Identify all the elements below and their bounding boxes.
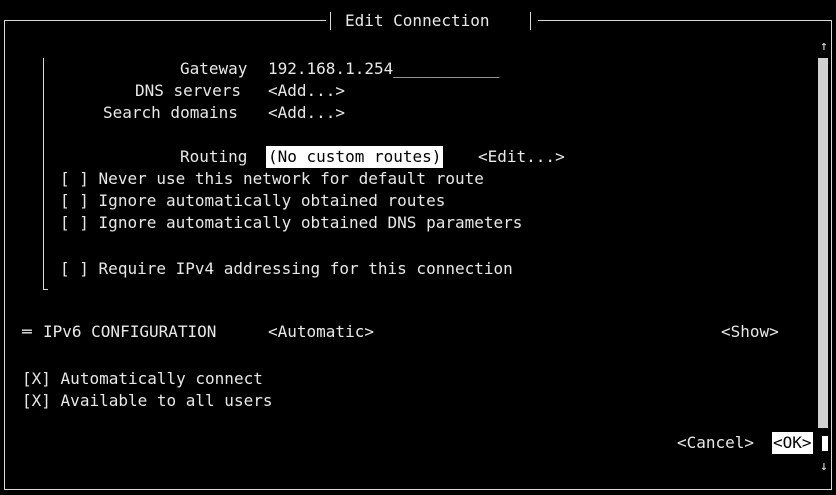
ignore-dns-label: Ignore automatically obtained DNS parame… (98, 213, 523, 232)
gateway-value: 192.168.1.254 (268, 59, 394, 78)
all-users-box[interactable]: [X] (22, 391, 51, 410)
gateway-label: Gateway (180, 59, 248, 78)
dialog-frame (4, 20, 832, 490)
title-right-tick (530, 12, 531, 30)
require-ipv4-checkbox[interactable]: [ ] Require IPv4 addressing for this con… (60, 258, 513, 280)
text-cursor (822, 436, 828, 451)
routing-edit-button[interactable]: <Edit...> (478, 146, 565, 168)
dialog-title: Edit Connection (345, 11, 490, 30)
ok-button[interactable]: <OK> (772, 432, 813, 454)
auto-connect-checkbox[interactable]: [X] Automatically connect (22, 368, 263, 390)
ipv4-section-bracket (43, 58, 44, 290)
ipv6-show-button[interactable]: <Show> (721, 321, 779, 343)
scroll-down-arrow-icon[interactable]: ↓ (820, 456, 828, 478)
cancel-button[interactable]: <Cancel> (677, 432, 754, 454)
ipv6-mode-dropdown[interactable]: <Automatic> (268, 321, 374, 343)
ignore-dns-box[interactable]: [ ] (60, 213, 89, 232)
title-left-tick (330, 12, 331, 30)
auto-connect-box[interactable]: [X] (22, 369, 51, 388)
routing-value[interactable]: (No custom routes) (266, 146, 444, 168)
ipv4-section-bracket-foot (43, 289, 48, 290)
all-users-label: Available to all users (60, 391, 273, 410)
scrollbar-thumb[interactable] (818, 58, 828, 428)
ignore-dns-checkbox[interactable]: [ ] Ignore automatically obtained DNS pa… (60, 212, 522, 234)
search-domains-add-button[interactable]: <Add...> (268, 102, 345, 124)
gateway-field[interactable]: 192.168.1.254___________ (268, 58, 499, 80)
require-ipv4-label: Require IPv4 addressing for this connect… (98, 259, 513, 278)
never-default-route-label: Never use this network for default route (98, 169, 484, 188)
ignore-routes-box[interactable]: [ ] (60, 191, 89, 210)
all-users-checkbox[interactable]: [X] Available to all users (22, 390, 272, 412)
ipv6-configuration-label: IPv6 CONFIGURATION (43, 322, 217, 341)
gateway-fill: ___________ (393, 59, 500, 78)
never-default-route-box[interactable]: [ ] (60, 169, 89, 188)
scroll-up-arrow-icon[interactable]: ↑ (820, 36, 828, 58)
ipv6-section-marker: ═ (22, 322, 32, 341)
never-default-route-checkbox[interactable]: [ ] Never use this network for default r… (60, 168, 484, 190)
auto-connect-label: Automatically connect (60, 369, 263, 388)
routing-label: Routing (180, 147, 248, 166)
search-domains-label: Search domains (103, 103, 238, 122)
dns-add-button[interactable]: <Add...> (268, 80, 345, 102)
ignore-routes-label: Ignore automatically obtained routes (98, 191, 446, 210)
dns-servers-label: DNS servers (135, 81, 241, 100)
ignore-routes-checkbox[interactable]: [ ] Ignore automatically obtained routes (60, 190, 445, 212)
require-ipv4-box[interactable]: [ ] (60, 259, 89, 278)
